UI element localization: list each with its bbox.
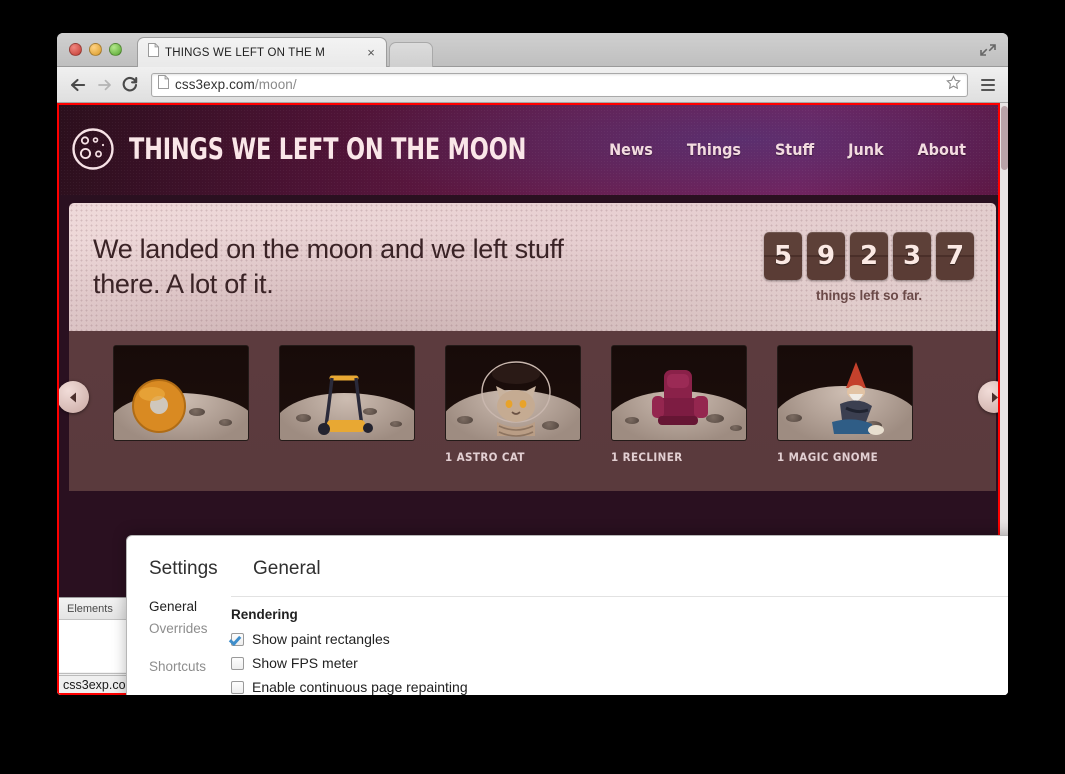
url-host: css3exp.com [175, 77, 255, 92]
forward-button[interactable] [91, 72, 117, 98]
counter-digit: 2 [850, 231, 888, 280]
counter-digits: 5 9 2 3 7 [764, 231, 974, 280]
settings-body: General Overrides Shortcuts Rendering Sh… [127, 596, 1008, 695]
settings-group-title: Rendering [231, 607, 298, 622]
brand[interactable]: Things we left on the Moon [71, 127, 591, 171]
thumbnail-astro-cat [445, 345, 581, 441]
nav-item-stuff[interactable]: Stuff [775, 140, 814, 159]
settings-title: Settings [149, 558, 218, 579]
carousel-item[interactable] [113, 345, 249, 464]
page-icon [158, 75, 169, 94]
settings-header: Settings General [127, 536, 1008, 580]
nav-item-things[interactable]: Things [687, 140, 741, 159]
checkbox-show-paint-rectangles[interactable] [231, 632, 244, 646]
address-bar-url: css3exp.com/moon/ [175, 77, 297, 92]
settings-panel-general: Rendering Show paint rectangles Show FPS… [231, 596, 1008, 695]
thumbnail-recliner [611, 345, 747, 441]
option-show-paint-rectangles[interactable]: Show paint rectangles [231, 631, 1008, 647]
window-controls [69, 43, 122, 56]
checkbox-enable-continuous-page-repainting[interactable] [231, 680, 244, 694]
minimize-window-button[interactable] [89, 43, 102, 56]
site-nav: News Things Stuff Junk About [609, 140, 988, 159]
thumbnail-lawn-mower [279, 345, 415, 441]
expand-icon[interactable] [978, 41, 998, 59]
settings-section-title: General [253, 558, 321, 579]
page-icon [148, 43, 159, 62]
site-header: Things we left on the Moon News Things S… [57, 103, 1008, 195]
address-bar[interactable]: css3exp.com/moon/ [151, 72, 968, 97]
carousel-items: 1 ASTRO CAT 1 RECLINER 1 MAGIC GNOME [69, 345, 996, 464]
counter-digit: 5 [764, 231, 802, 280]
desktop-background: THINGS WE LEFT ON THE M × css3exp.com/mo… [0, 0, 1065, 774]
carousel-item-label: 1 ASTRO CAT [445, 450, 525, 464]
settings-nav-overrides[interactable]: Overrides [149, 618, 231, 640]
url-path: /moon/ [254, 77, 297, 92]
settings-dialog: Settings General General Overrides Short… [126, 535, 1008, 695]
reload-button[interactable] [117, 72, 143, 98]
option-label: Enable continuous page repainting [252, 679, 468, 695]
back-button[interactable] [65, 72, 91, 98]
close-tab-icon[interactable]: × [364, 46, 378, 59]
checkbox-show-fps-meter[interactable] [231, 656, 244, 670]
settings-nav: General Overrides Shortcuts [127, 596, 231, 695]
hero-banner: We landed on the moon and we left stuff … [69, 203, 996, 331]
new-tab-button[interactable] [389, 42, 433, 67]
thumbnail-bagel [113, 345, 249, 441]
devtools-tab-elements[interactable]: Elements [67, 603, 113, 615]
tab-strip: THINGS WE LEFT ON THE M × [57, 33, 1008, 67]
option-show-fps-meter[interactable]: Show FPS meter [231, 655, 1008, 671]
settings-nav-shortcuts[interactable]: Shortcuts [149, 656, 231, 678]
browser-toolbar: css3exp.com/moon/ [57, 67, 1008, 103]
browser-window: THINGS WE LEFT ON THE M × css3exp.com/mo… [57, 33, 1008, 695]
nav-item-news[interactable]: News [609, 140, 653, 159]
close-window-button[interactable] [69, 43, 82, 56]
carousel-item[interactable]: 1 MAGIC GNOME [777, 345, 913, 464]
maximize-window-button[interactable] [109, 43, 122, 56]
moon-logo-icon [71, 127, 115, 171]
carousel-item-label: 1 MAGIC GNOME [777, 450, 879, 464]
option-label: Show paint rectangles [252, 631, 390, 647]
carousel-item-label: 1 RECLINER [611, 450, 683, 464]
hero-headline: We landed on the moon and we left stuff … [93, 233, 564, 299]
hamburger-menu-icon[interactable] [976, 72, 1000, 98]
star-icon[interactable] [946, 74, 961, 95]
counter-digit: 3 [893, 231, 931, 280]
option-enable-continuous-page-repainting[interactable]: Enable continuous page repainting [231, 679, 1008, 695]
counter: 5 9 2 3 7 things left so far. [764, 231, 974, 303]
settings-nav-general[interactable]: General [149, 596, 231, 618]
counter-digit: 9 [807, 231, 845, 280]
thumbnail-carousel: 1 ASTRO CAT 1 RECLINER 1 MAGIC GNOME [57, 331, 1008, 491]
carousel-item[interactable] [279, 345, 415, 464]
nav-item-junk[interactable]: Junk [848, 140, 883, 159]
option-label: Show FPS meter [252, 655, 358, 671]
carousel-prev-button[interactable] [57, 381, 89, 413]
tab-title: THINGS WE LEFT ON THE M [165, 46, 326, 59]
thumbnail-magic-gnome [777, 345, 913, 441]
nav-item-about[interactable]: About [918, 140, 966, 159]
carousel-item[interactable]: 1 RECLINER [611, 345, 747, 464]
page-scrollbar-thumb[interactable] [1001, 106, 1008, 170]
carousel-item[interactable]: 1 ASTRO CAT [445, 345, 581, 464]
browser-tab[interactable]: THINGS WE LEFT ON THE M × [137, 37, 387, 67]
counter-label: things left so far. [815, 287, 923, 303]
page-title: Things we left on the Moon [129, 132, 527, 166]
counter-digit: 7 [936, 231, 974, 280]
